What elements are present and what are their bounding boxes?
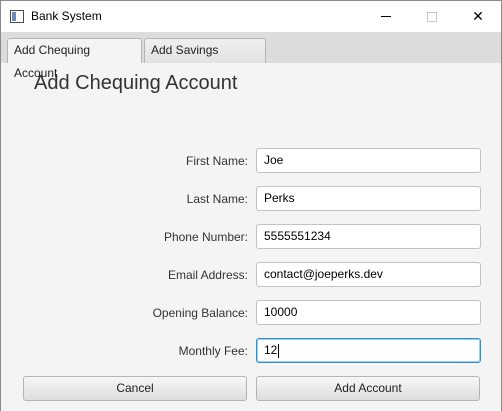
email-address-input[interactable]: contact@joeperks.dev (256, 262, 481, 287)
maximize-button[interactable] (409, 1, 455, 32)
monthly-fee-value: 12 (264, 343, 278, 357)
first-name-label: First Name: (185, 154, 248, 168)
text-cursor (278, 343, 280, 358)
app-window-icon (10, 10, 24, 23)
last-name-input[interactable]: Perks (256, 186, 481, 211)
opening-balance-label: Opening Balance: (152, 306, 248, 320)
close-button[interactable]: ✕ (455, 1, 501, 32)
phone-number-label: Phone Number: (163, 230, 248, 244)
window-title: Bank System (31, 9, 102, 23)
close-icon: ✕ (472, 8, 484, 24)
first-name-input[interactable]: Joe (256, 148, 481, 173)
phone-number-input[interactable]: 5555551234 (256, 224, 481, 249)
tab-add-chequing-account[interactable]: Add Chequing Account (7, 38, 142, 80)
tab-content-panel: Add Chequing Account First Name: Joe Las… (1, 63, 501, 411)
app-window: Bank System ✕ Add Chequing Account Add S… (0, 0, 502, 411)
add-account-button[interactable]: Add Account (256, 376, 480, 401)
email-address-label: Email Address: (167, 268, 248, 282)
minimize-icon (381, 16, 391, 17)
tab-bar: Add Chequing Account Add Savings Account (1, 32, 501, 80)
form-heading: Add Chequing Account (34, 72, 238, 94)
cancel-button[interactable]: Cancel (23, 376, 247, 401)
tab-add-savings-account[interactable]: Add Savings Account (144, 38, 266, 80)
monthly-fee-input[interactable]: 12 (256, 338, 481, 363)
opening-balance-input[interactable]: 10000 (256, 300, 481, 325)
last-name-label: Last Name: (186, 192, 248, 206)
minimize-button[interactable] (363, 1, 409, 32)
monthly-fee-label: Monthly Fee: (178, 344, 248, 358)
title-bar: Bank System ✕ (1, 1, 501, 32)
maximize-icon (427, 11, 437, 22)
